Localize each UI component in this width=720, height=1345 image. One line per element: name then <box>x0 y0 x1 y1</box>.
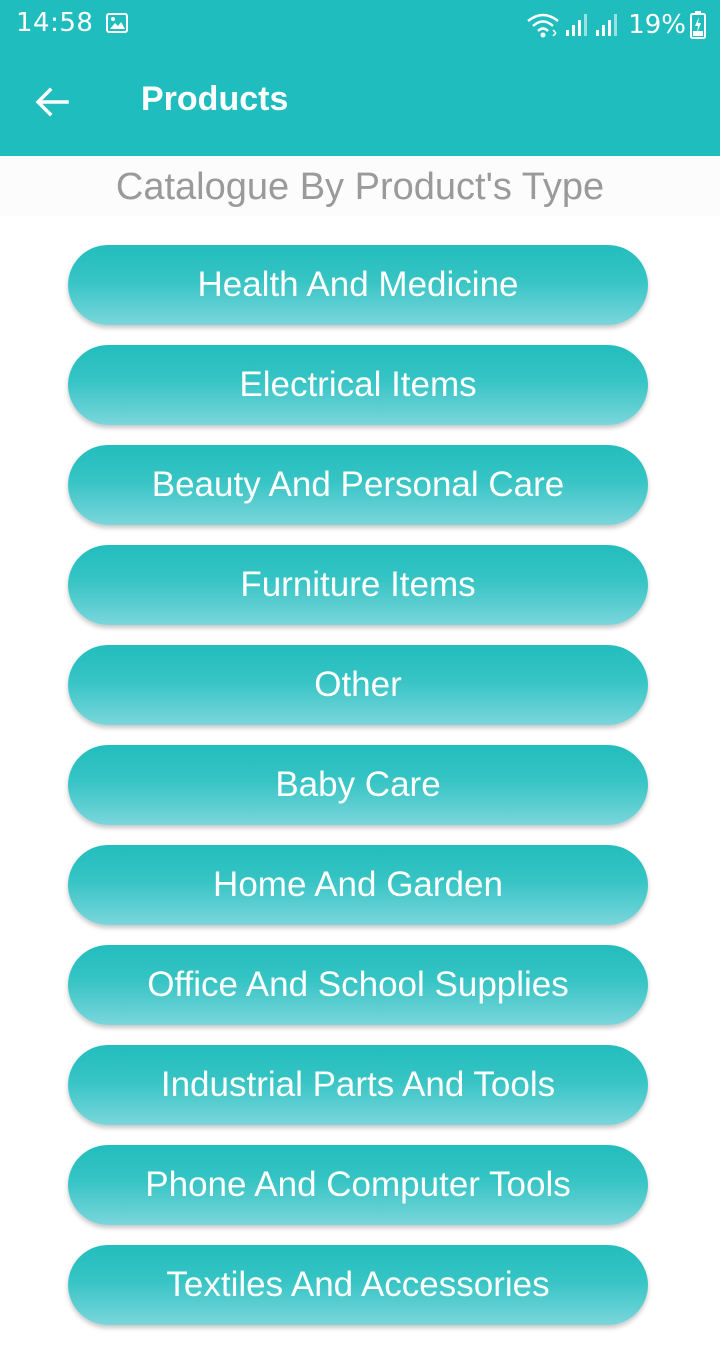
gallery-icon <box>106 13 128 33</box>
category-button-furniture-items[interactable]: Furniture Items <box>68 545 648 625</box>
app-bar: Products <box>0 50 720 156</box>
page-title: Products <box>141 80 289 118</box>
battery-percentage: 19% <box>628 10 686 40</box>
catalogue-subheader: Catalogue By Product's Type <box>0 156 720 216</box>
category-button-baby-care[interactable]: Baby Care <box>68 745 648 825</box>
status-bar: 14:58 19% <box>0 0 720 50</box>
wifi-icon <box>527 13 559 38</box>
category-button-industrial-parts-and-tools[interactable]: Industrial Parts And Tools <box>68 1045 648 1125</box>
category-button-other[interactable]: Other <box>68 645 648 725</box>
arrow-left-icon <box>35 87 69 117</box>
category-button-phone-and-computer-tools[interactable]: Phone And Computer Tools <box>68 1145 648 1225</box>
category-list: Health And Medicine Electrical Items Bea… <box>68 245 648 1345</box>
back-button[interactable] <box>22 72 82 132</box>
category-button-home-and-garden[interactable]: Home And Garden <box>68 845 648 925</box>
category-button-office-and-school-supplies[interactable]: Office And School Supplies <box>68 945 648 1025</box>
status-icons: 19% <box>526 8 706 42</box>
category-button-textiles-and-accessories[interactable]: Textiles And Accessories <box>68 1245 648 1325</box>
category-button-beauty-and-personal-care[interactable]: Beauty And Personal Care <box>68 445 648 525</box>
category-button-health-and-medicine[interactable]: Health And Medicine <box>68 245 648 325</box>
signal-icon <box>596 14 618 36</box>
status-time: 14:58 <box>16 8 94 38</box>
category-button-electrical-items[interactable]: Electrical Items <box>68 345 648 425</box>
signal-icon <box>566 14 588 36</box>
battery-charging-icon <box>690 11 706 39</box>
